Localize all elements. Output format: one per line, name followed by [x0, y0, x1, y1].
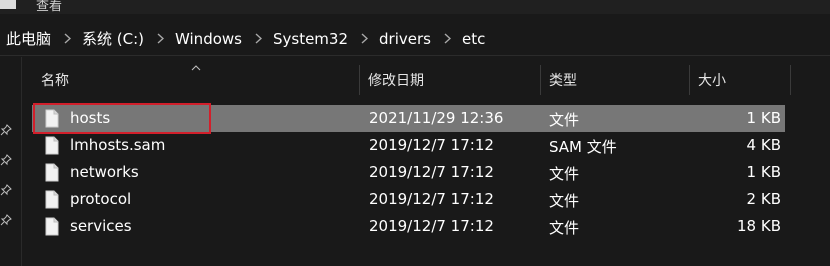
file-type: 文件	[549, 165, 580, 183]
file-size: 1 KB	[746, 109, 781, 127]
column-header-type[interactable]: 类型	[541, 65, 689, 95]
column-headers: 名称 修改日期 类型 大小	[23, 65, 803, 95]
file-date: 2021/11/29 12:36	[369, 109, 504, 127]
chevron-right-icon[interactable]	[350, 33, 377, 44]
app-icon	[0, 0, 16, 9]
ribbon-tab-view[interactable]: 查看	[36, 0, 62, 14]
breadcrumb-system32[interactable]: System32	[271, 30, 350, 48]
file-name[interactable]: lmhosts.sam	[70, 136, 165, 154]
ribbon-strip: 查看	[0, 0, 830, 14]
pin-icon[interactable]	[0, 184, 12, 196]
file-row[interactable]: services 2019/12/7 17:12 文件 18 KB	[32, 213, 785, 240]
column-divider[interactable]	[790, 65, 791, 95]
file-icon	[45, 163, 59, 182]
chevron-right-icon[interactable]	[244, 33, 271, 44]
file-icon	[45, 190, 59, 209]
file-size: 4 KB	[746, 136, 781, 154]
file-name[interactable]: hosts	[70, 109, 110, 127]
file-row[interactable]: lmhosts.sam 2019/12/7 17:12 SAM 文件 4 KB	[32, 132, 785, 159]
file-icon	[45, 136, 59, 155]
breadcrumb[interactable]: 此电脑 系统 (C:) Windows System32 drivers etc	[0, 22, 830, 56]
breadcrumb-etc[interactable]: etc	[460, 30, 487, 48]
column-header-name[interactable]: 名称	[33, 65, 359, 95]
pin-icon[interactable]	[0, 124, 12, 136]
file-type: 文件	[549, 219, 580, 237]
pin-icon[interactable]	[0, 154, 12, 166]
breadcrumb-drivers[interactable]: drivers	[377, 30, 433, 48]
file-size: 1 KB	[746, 163, 781, 181]
file-date: 2019/12/7 17:12	[369, 163, 494, 181]
breadcrumb-this-pc[interactable]: 此电脑	[4, 28, 53, 49]
breadcrumb-windows[interactable]: Windows	[173, 30, 244, 48]
file-list[interactable]: 名称 修改日期 类型 大小 hosts 2021/11/29 12:36 文件 1 K…	[23, 57, 830, 266]
file-type: SAM 文件	[549, 138, 617, 156]
file-date: 2019/12/7 17:12	[369, 136, 494, 154]
file-type: 文件	[549, 111, 580, 129]
file-icon	[45, 109, 59, 128]
pin-icon[interactable]	[0, 214, 12, 226]
file-row[interactable]: protocol 2019/12/7 17:12 文件 2 KB	[32, 186, 785, 213]
column-header-size[interactable]: 大小	[690, 65, 790, 95]
chevron-right-icon[interactable]	[433, 33, 460, 44]
file-name[interactable]: protocol	[70, 190, 131, 208]
file-name[interactable]: services	[70, 217, 132, 235]
chevron-right-icon[interactable]	[146, 33, 173, 44]
file-date: 2019/12/7 17:12	[369, 217, 494, 235]
file-type: 文件	[549, 192, 580, 210]
file-name[interactable]: networks	[70, 163, 139, 181]
column-header-date[interactable]: 修改日期	[360, 65, 540, 95]
file-date: 2019/12/7 17:12	[369, 190, 494, 208]
file-row[interactable]: networks 2019/12/7 17:12 文件 1 KB	[32, 159, 785, 186]
file-row[interactable]: hosts 2021/11/29 12:36 文件 1 KB	[32, 105, 785, 132]
chevron-right-icon[interactable]	[53, 33, 80, 44]
breadcrumb-drive-c[interactable]: 系统 (C:)	[80, 28, 146, 49]
file-icon	[45, 217, 59, 236]
file-size: 2 KB	[746, 190, 781, 208]
file-size: 18 KB	[737, 217, 781, 235]
navigation-pane[interactable]	[0, 57, 22, 266]
